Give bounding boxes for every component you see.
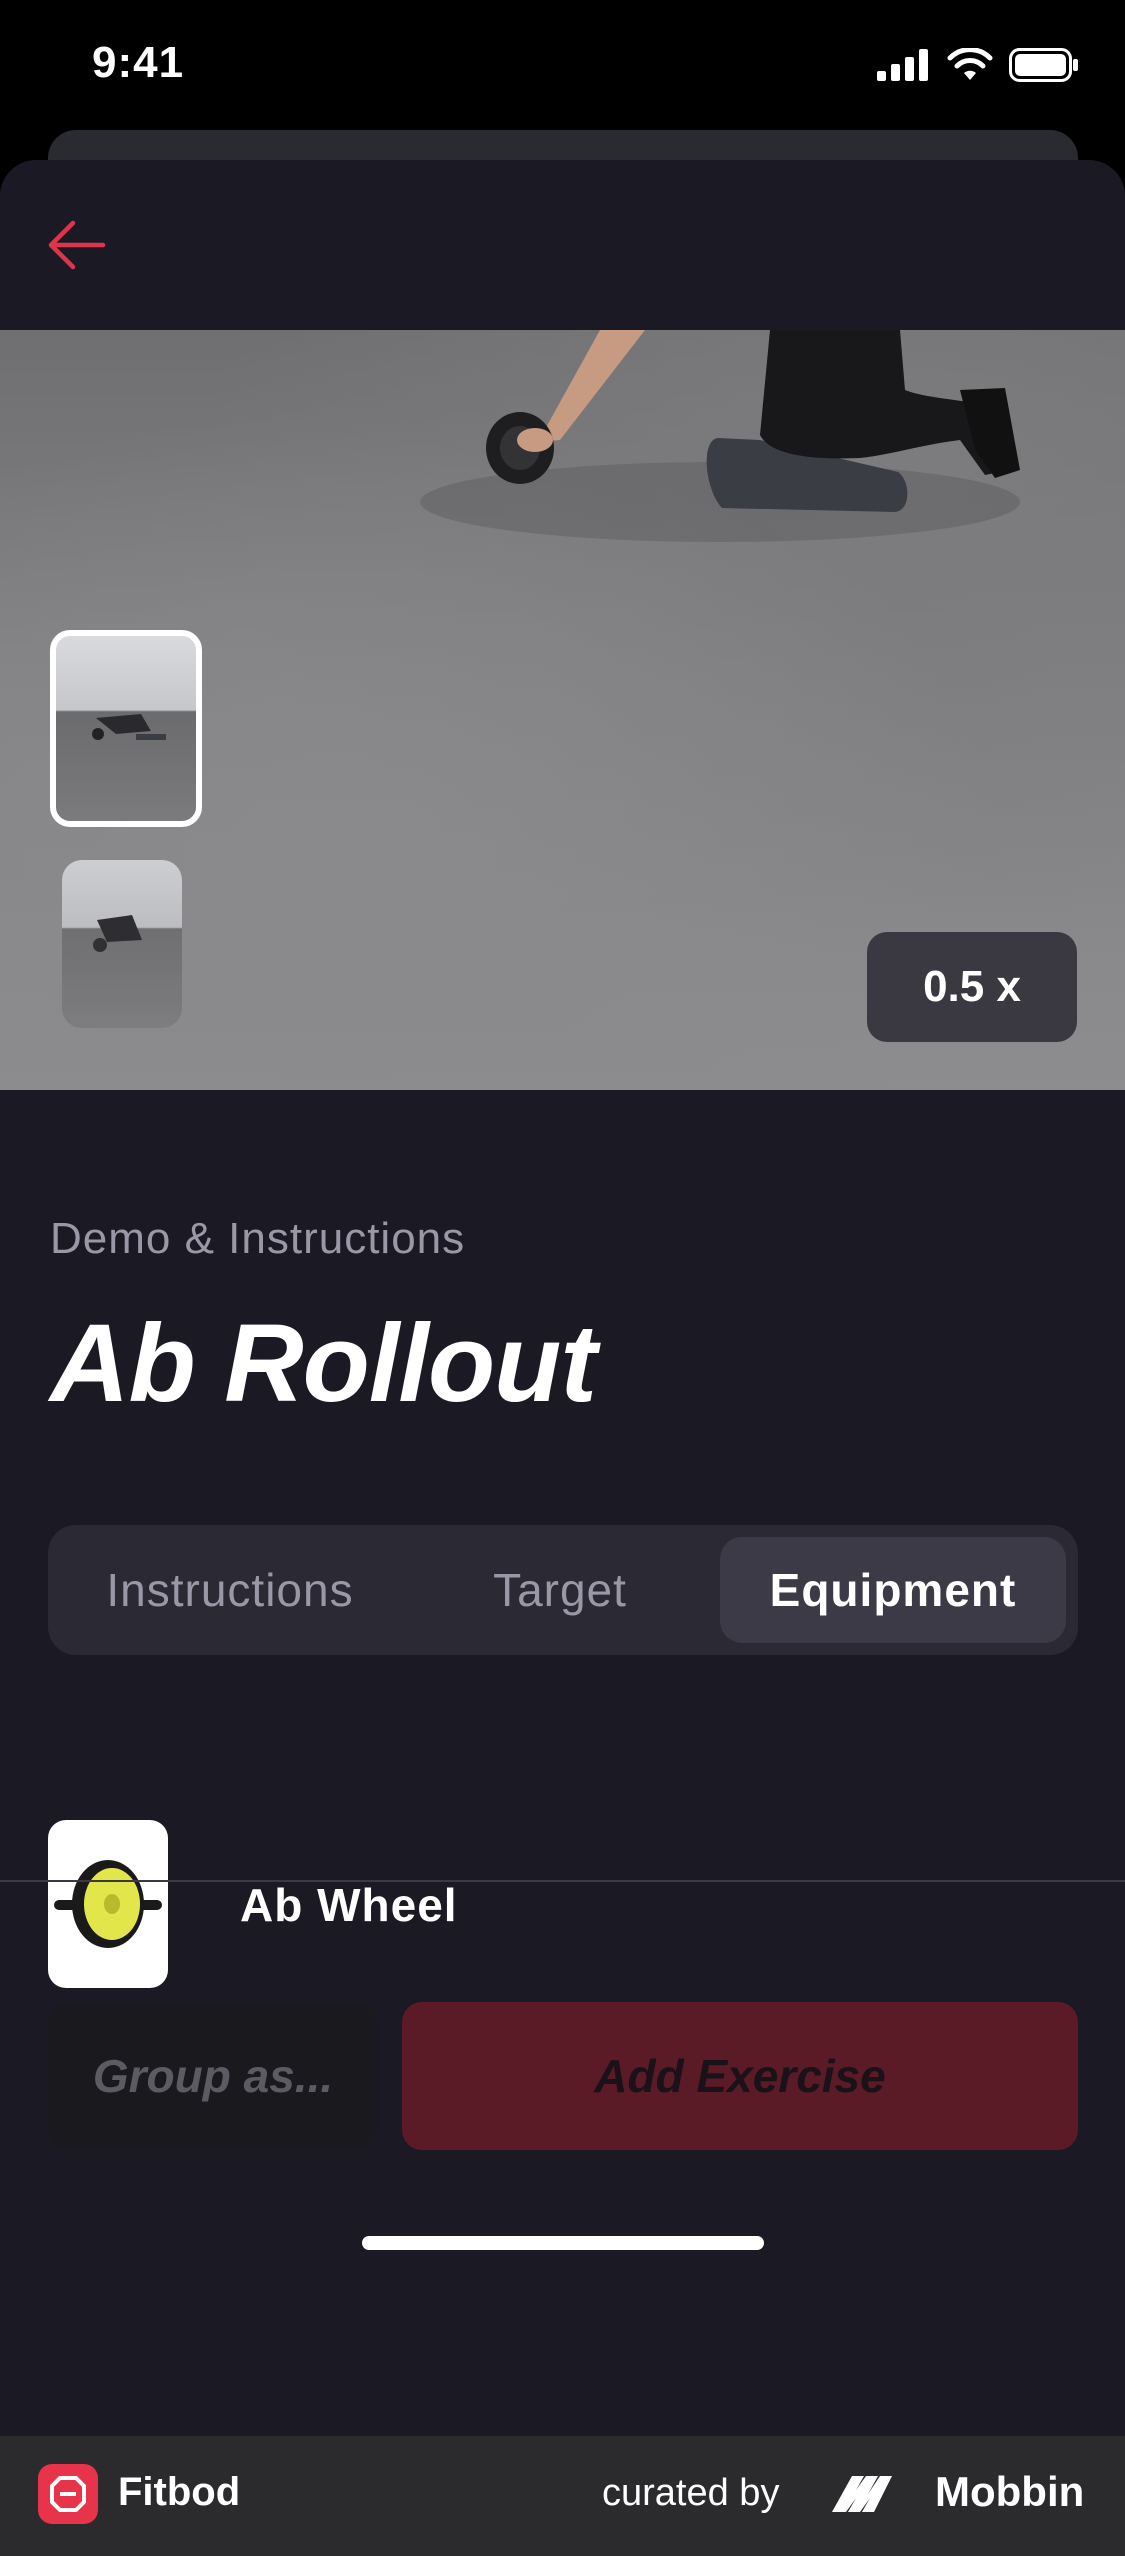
status-time: 9:41 [92, 38, 185, 87]
section-label: Demo & Instructions [50, 1214, 466, 1263]
wifi-icon [947, 48, 993, 80]
playback-speed-button[interactable]: 0.5 x [867, 932, 1077, 1042]
footer-brand: Mobbin [935, 2468, 1085, 2515]
footer-app-name: Fitbod [118, 2470, 241, 2514]
tab-target[interactable]: Target [400, 1537, 720, 1643]
cellular-signal-icon [877, 49, 928, 81]
status-icons [877, 48, 1079, 82]
thumbnail-preview-2 [93, 915, 142, 952]
exercise-video[interactable]: 0.5 x [0, 330, 1125, 1090]
status-bar: 9:41 [0, 0, 1125, 140]
footer-curated-label: curated by [602, 2472, 780, 2514]
home-indicator [362, 2236, 764, 2250]
divider [0, 1880, 1125, 1882]
exercise-title: Ab Rollout [50, 1302, 597, 1425]
thumbnail-preview-1 [92, 714, 166, 740]
info-tabs: Instructions Target Equipment [48, 1525, 1078, 1655]
battery-icon [1009, 48, 1078, 82]
back-button[interactable] [36, 210, 116, 280]
fitbod-logo-icon [38, 2464, 98, 2524]
tab-equipment[interactable]: Equipment [720, 1537, 1066, 1643]
equipment-name: Ab Wheel [240, 1879, 458, 1931]
tab-instructions[interactable]: Instructions [60, 1537, 400, 1643]
video-thumbnail-2[interactable] [62, 860, 182, 1028]
add-exercise-button[interactable]: Add Exercise [402, 2002, 1078, 2150]
attribution-footer: Fitbod curated by Mobbin [0, 2436, 1125, 2556]
video-thumbnail-1[interactable] [50, 630, 202, 827]
nav-bar [0, 160, 1125, 330]
equipment-item[interactable]: Ab Wheel [0, 1820, 1125, 2000]
group-as-button[interactable]: Group as... [48, 2002, 378, 2150]
mobbin-logo-icon [832, 2476, 892, 2512]
arrow-left-icon [48, 220, 106, 270]
ab-wheel-icon [48, 1820, 168, 1988]
